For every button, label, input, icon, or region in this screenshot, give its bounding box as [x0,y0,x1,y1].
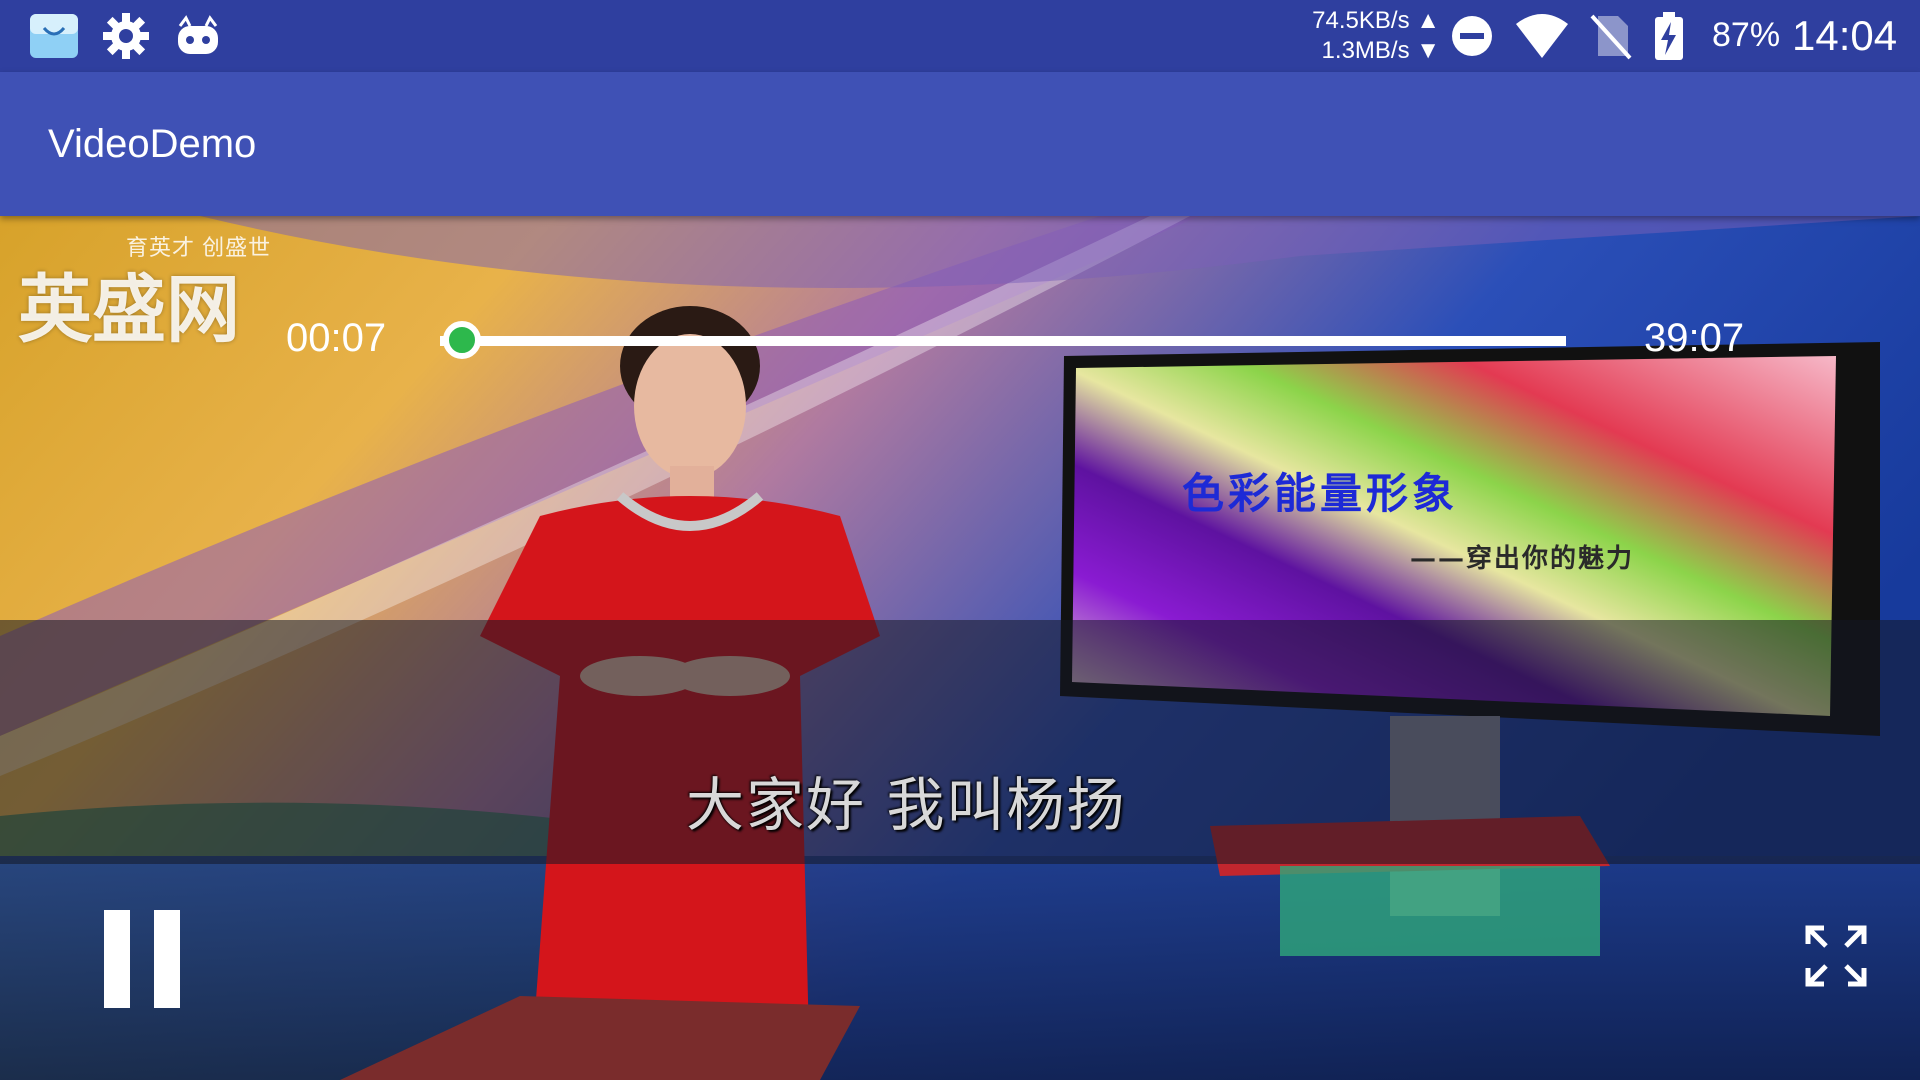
shopping-bag-icon [30,14,78,58]
upload-speed: 74.5KB/s [1312,7,1410,34]
seek-track [440,336,1566,346]
tv-screen-title: 色彩能量形象 [1182,469,1459,518]
fullscreen-icon[interactable] [1804,924,1868,988]
battery-percent: 87% [1712,16,1781,54]
clock: 14:04 [1792,12,1898,59]
settings-gear-icon [103,13,149,59]
do-not-disturb-icon [1452,16,1492,56]
no-sim-icon [1590,14,1632,60]
cat-robot-icon [178,15,218,54]
seek-thumb[interactable] [443,321,481,359]
tv-screen-subtitle: ——穿出你的魅力 [1410,544,1635,574]
total-time: 39:07 [1644,316,1745,360]
network-speed: 74.5KB/s ▲ 1.3MB/s ▼ [1312,7,1440,64]
status-bar: 74.5KB/s ▲ 1.3MB/s ▼ 87% 14:04 [0,0,1920,72]
pause-icon-bar [154,910,180,1008]
battery-charging-icon [1655,12,1683,60]
pause-icon [104,910,130,1008]
pause-button[interactable] [100,910,184,1008]
current-time: 00:07 [286,316,387,360]
seek-bar[interactable] [440,320,1566,360]
watermark-logo: 英盛网 [18,267,240,353]
app-title: VideoDemo [48,122,257,166]
download-speed: 1.3MB/s [1321,37,1410,64]
app-bar: VideoDemo [0,72,1920,216]
video-caption: 大家好 我叫杨扬 [686,771,1127,839]
wifi-icon [1516,14,1568,58]
